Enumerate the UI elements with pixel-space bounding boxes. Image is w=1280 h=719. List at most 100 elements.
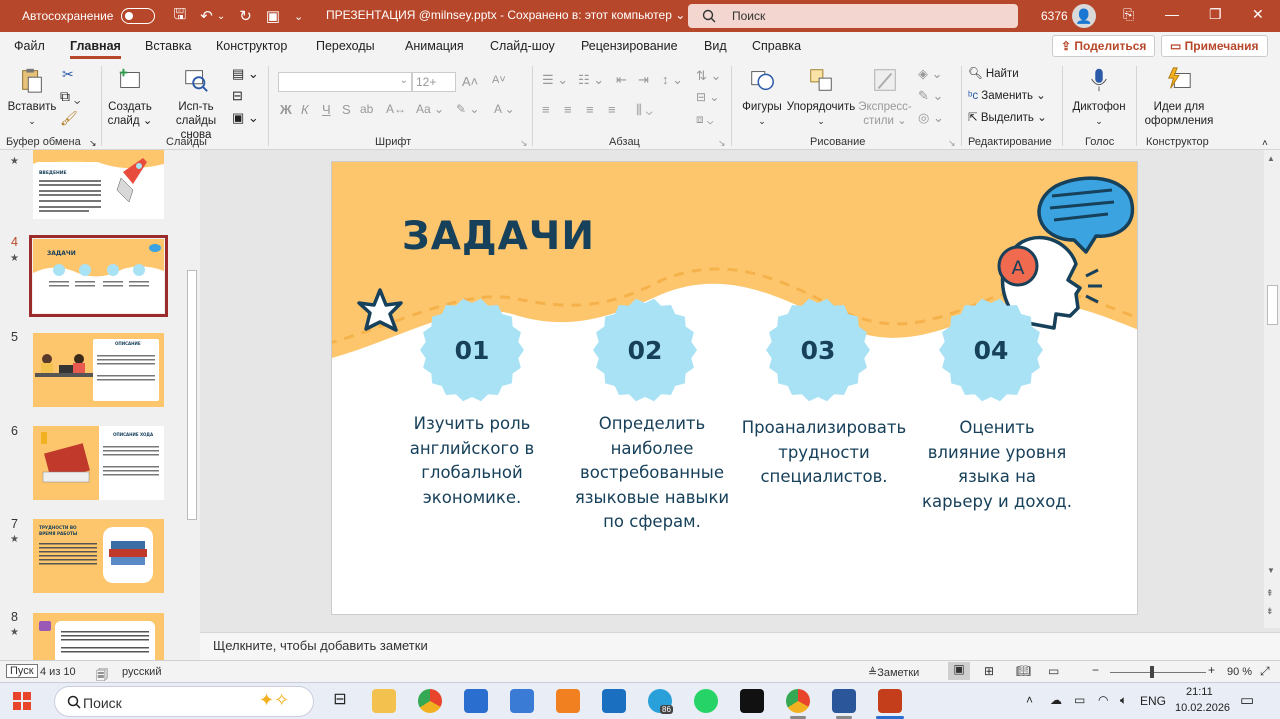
strikethrough-icon[interactable]: ab [360,102,373,116]
file-explorer-icon[interactable] [372,689,396,713]
share-button[interactable]: ⇪ Поделиться [1052,35,1156,57]
redo-icon[interactable]: ↻ [239,7,252,25]
justify-icon[interactable]: ≡ [608,102,616,117]
align-center-icon[interactable]: ≡ [564,102,572,117]
search-box[interactable]: Поиск [688,4,1018,28]
slide-sorter-icon[interactable]: ⊞ [984,664,994,678]
battery-icon[interactable]: ▭ [1074,693,1085,707]
python-icon[interactable] [510,689,534,713]
columns-icon[interactable]: ⫼ ⌄ [636,102,653,118]
clock-time[interactable]: 21:11 [1186,686,1213,698]
zoom-in-icon[interactable]: + [1208,663,1215,677]
clipboard-launcher-icon[interactable]: ↘ [89,138,97,149]
customize-qat-icon[interactable]: ⌄ [294,10,303,23]
task-view-icon[interactable]: ⊟ [328,689,352,713]
designer-button[interactable]: Идеи для оформления [1142,66,1216,128]
word-icon[interactable] [832,689,856,713]
reuse-slides-button[interactable]: Исп-ть слайды снова [164,66,228,142]
tab-animations[interactable]: Анимация [405,39,464,53]
increase-indent-icon[interactable]: ⇥ [638,72,649,88]
slide-counter[interactable]: 4 из 10 [40,666,76,678]
maximize-icon[interactable]: ❐ [1209,6,1222,23]
change-case-icon[interactable]: Aa ⌄ [416,102,444,116]
select-button[interactable]: ⇱ Выделить ⌄ [968,110,1047,124]
shape-outline-icon[interactable]: ✎ ⌄ [918,88,943,104]
undo-dropdown-icon[interactable]: ⌄ [217,11,225,22]
slideshow-icon[interactable]: ▭ [1048,664,1059,678]
highlight-icon[interactable]: ✎ ⌄ [456,102,479,116]
collapse-ribbon-icon[interactable]: ˄ [1262,138,1268,149]
slide-thumbnail-6[interactable]: ОПИСАНИЕ ХОДА [33,426,164,500]
section-icon[interactable]: ▣ ⌄ [232,110,259,126]
shadow-button[interactable]: S [342,102,351,117]
avatar[interactable]: 👤 [1072,4,1096,28]
comments-button[interactable]: ▭ Примечания [1161,35,1268,57]
new-slide-button[interactable]: Создать слайд ⌄ [104,66,156,128]
undo-icon[interactable]: ↶ [200,7,213,25]
ribbon-display-icon[interactable]: ⎘ [1123,6,1134,23]
tab-transitions[interactable]: Переходы [316,39,375,53]
task-text-2[interactable]: Определить наиболее востребованные языко… [570,412,734,535]
document-title[interactable]: ПРЕЗЕНТАЦИЯ @milnsey.pptx - Сохранено в:… [326,8,685,22]
char-spacing-icon[interactable]: A↔ [386,102,406,116]
wifi-icon[interactable]: ◠ [1098,693,1108,707]
normal-view-icon[interactable]: ▣ [948,662,970,680]
close-icon[interactable]: ✕ [1252,6,1264,23]
next-slide-icon[interactable]: ⇟ [1266,606,1274,617]
tab-slideshow[interactable]: Слайд-шоу [490,39,555,53]
onedrive-icon[interactable]: ☁ [1050,693,1062,707]
tab-help[interactable]: Справка [752,39,801,53]
thumbnails-scrollbar[interactable] [186,150,198,660]
bullets-icon[interactable]: ☰ ⌄ [542,72,568,88]
italic-button[interactable]: К [301,102,309,117]
minimize-icon[interactable]: — [1165,6,1179,22]
previous-slide-icon[interactable]: ⇞ [1266,588,1274,599]
scrollbar-thumb[interactable] [1267,285,1278,325]
notification-icon[interactable]: ▭ [1240,691,1254,709]
increase-font-icon[interactable]: A˄ [462,74,478,89]
slide-scrollbar[interactable]: ▲ ▼ ⇞ ⇟ [1264,150,1280,628]
taskbar-search-box[interactable]: Поиск ✦✧ [54,686,314,717]
outlook-icon[interactable] [602,689,626,713]
smartart-icon[interactable]: ⧈ ⌄ [696,112,713,127]
slide-thumbnail-8[interactable] [33,613,164,660]
format-painter-icon[interactable]: 🖌 [60,110,78,127]
scrollbar-thumb[interactable] [187,270,197,520]
input-language[interactable]: ENG [1140,694,1166,708]
dictate-button[interactable]: Диктофон ⌄ [1068,66,1130,128]
bold-button[interactable]: Ж [280,102,292,117]
align-left-icon[interactable]: ≡ [542,102,550,117]
sublime-icon[interactable] [556,689,580,713]
decrease-font-icon[interactable]: A˅ [492,74,506,86]
paragraph-launcher-icon[interactable]: ↘ [718,138,726,149]
tab-file[interactable]: Файл [14,39,45,53]
powerpoint-icon[interactable] [878,689,902,713]
underline-button[interactable]: Ч [322,102,331,117]
align-text-icon[interactable]: ⊟ ⌄ [696,90,719,104]
zoom-slider[interactable] [1110,672,1206,673]
scroll-down-icon[interactable]: ▼ [1267,566,1275,575]
line-spacing-icon[interactable]: ↕ ⌄ [662,72,683,88]
clock-date[interactable]: 10.02.2026 [1175,702,1230,714]
volume-icon[interactable]: 🔈︎ [1120,693,1127,708]
numbering-icon[interactable]: ☷ ⌄ [578,72,604,88]
capcut-icon[interactable] [740,689,764,713]
zoom-out-icon[interactable]: − [1092,663,1099,677]
present-icon[interactable]: ▣ [266,7,280,25]
slide-thumbnail-3[interactable]: ВВЕДЕНИЕ [33,150,164,219]
font-name-field[interactable]: ⌄ [278,72,412,92]
chrome-profile-icon[interactable] [786,689,810,713]
replace-button[interactable]: ᵇc Заменить ⌄ [968,88,1046,102]
reset-icon[interactable]: ⊟ [232,88,243,104]
task-text-1[interactable]: Изучить роль английского в глобальной эк… [398,412,546,510]
chrome-icon[interactable] [418,689,442,713]
tab-review[interactable]: Рецензирование [581,39,678,53]
tab-design[interactable]: Конструктор [216,39,287,53]
task-text-3[interactable]: Проанализировать трудности специалистов. [740,416,908,490]
font-launcher-icon[interactable]: ↘ [520,138,528,149]
text-direction-icon[interactable]: ⇅ ⌄ [696,68,721,84]
paste-button[interactable]: Вставить ⌄ [6,66,58,128]
font-size-field[interactable]: 12+ [412,72,456,92]
fit-to-window-icon[interactable]: ⤢ [1260,664,1270,679]
decrease-indent-icon[interactable]: ⇤ [616,72,627,88]
